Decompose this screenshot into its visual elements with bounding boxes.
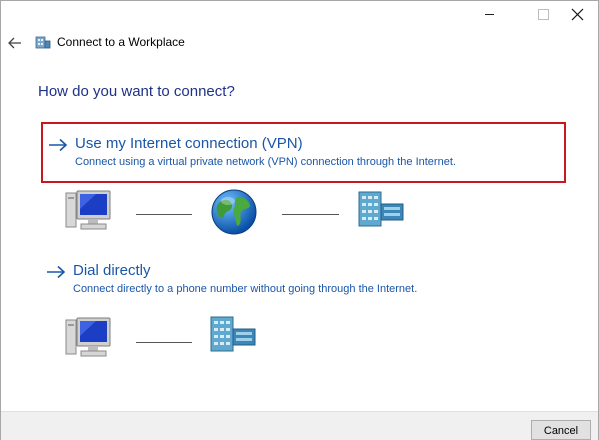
maximize-icon	[537, 8, 549, 20]
server-icon	[210, 316, 256, 352]
server-icon	[358, 191, 404, 227]
workplace-icon	[35, 36, 51, 49]
back-arrow-icon	[8, 37, 21, 49]
computer-icon	[65, 190, 111, 230]
dial-option-title: Dial directly	[73, 262, 151, 279]
title-bar	[1, 1, 598, 27]
wizard-window: Connect to a Workplace How do you want t…	[0, 0, 599, 440]
vpn-option-title: Use my Internet connection (VPN)	[75, 135, 303, 152]
minimize-button[interactable]	[466, 1, 512, 27]
cancel-button[interactable]: Cancel	[531, 420, 591, 440]
back-button[interactable]	[5, 33, 25, 53]
page-heading: How do you want to connect?	[38, 83, 235, 100]
globe-icon	[211, 189, 257, 235]
computer-icon	[65, 317, 111, 357]
footer-bar	[1, 411, 598, 440]
connection-line	[282, 214, 339, 215]
window-title: Connect to a Workplace	[57, 35, 185, 49]
right-arrow-icon	[49, 138, 68, 152]
vpn-option[interactable]: Use my Internet connection (VPN) Connect…	[41, 122, 566, 183]
right-arrow-icon	[47, 265, 66, 279]
connection-line	[136, 214, 192, 215]
close-icon	[571, 8, 583, 20]
vpn-option-description: Connect using a virtual private network …	[75, 156, 456, 168]
close-button[interactable]	[557, 1, 597, 27]
dial-option-description: Connect directly to a phone number witho…	[73, 283, 418, 295]
connection-line	[136, 342, 192, 343]
minimize-icon	[484, 13, 494, 15]
dial-option[interactable]: Dial directly Connect directly to a phon…	[41, 259, 566, 305]
